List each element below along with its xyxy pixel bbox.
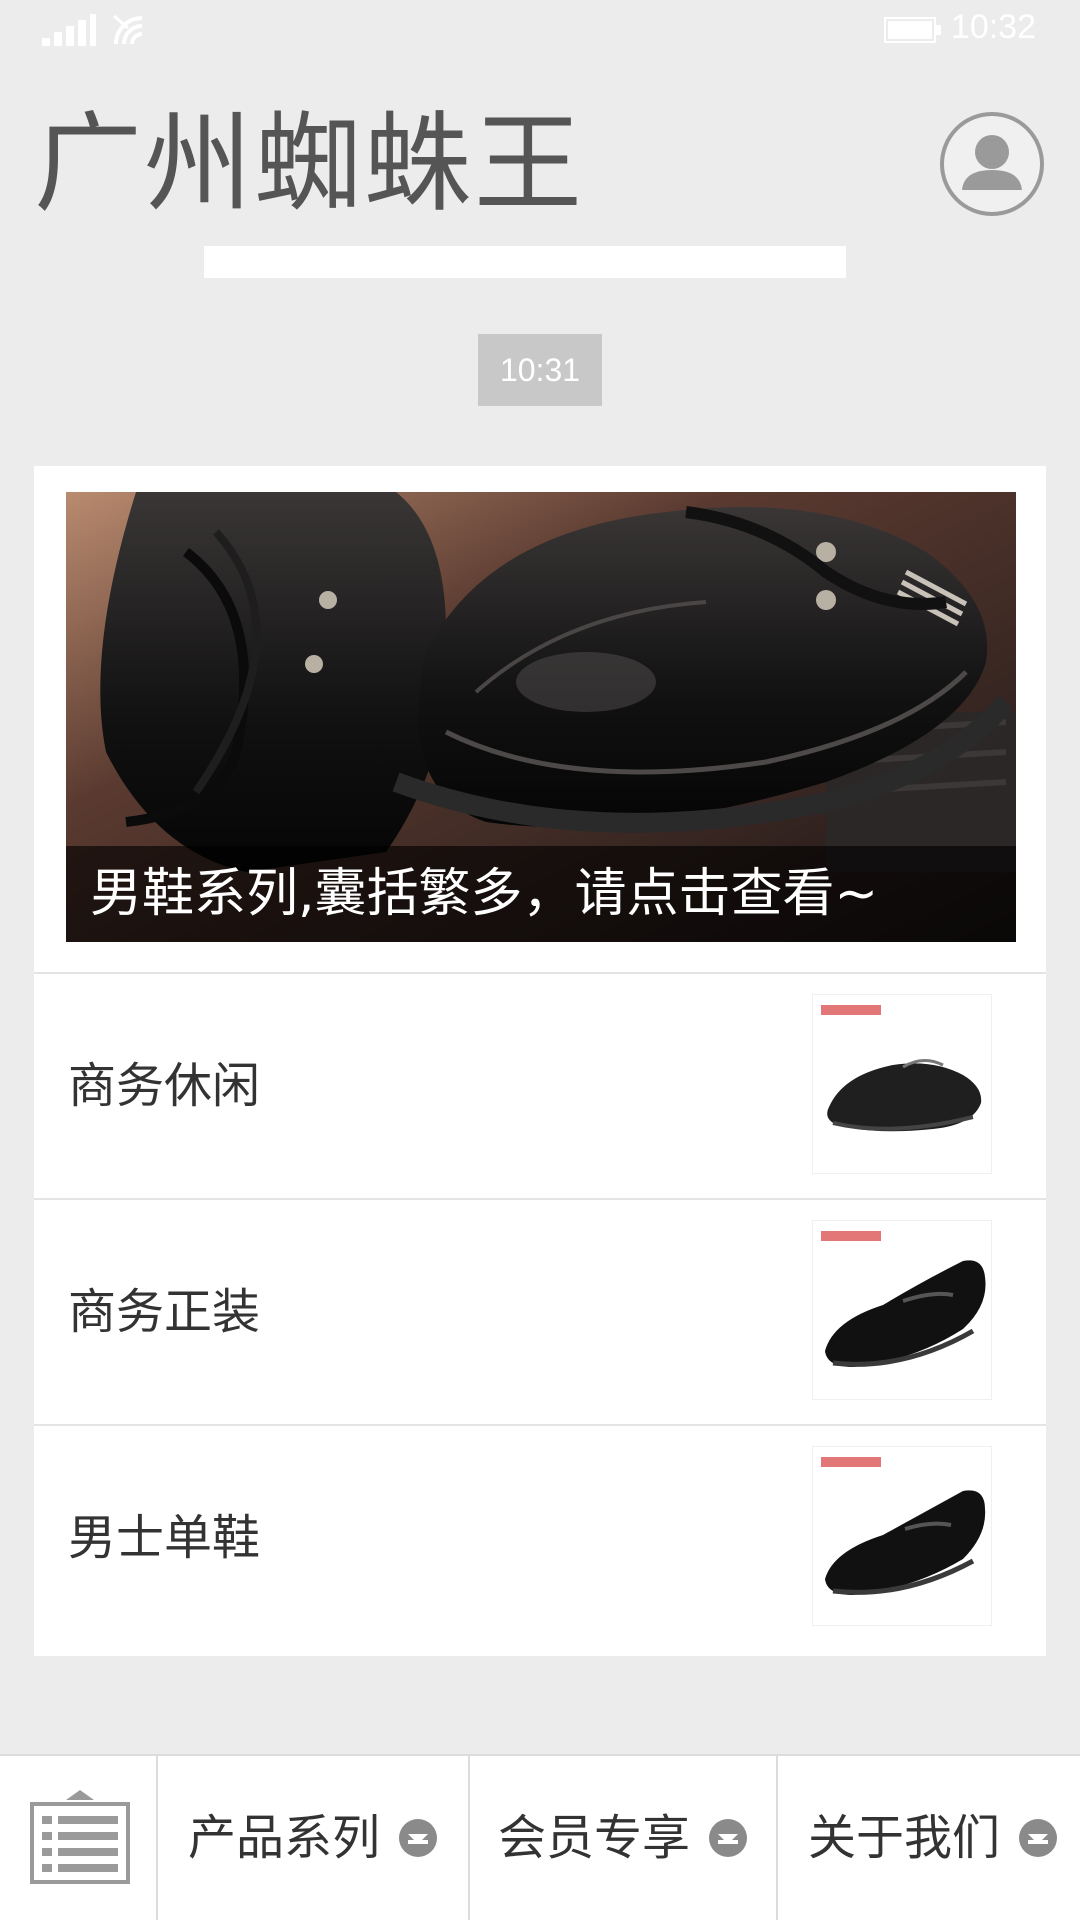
submenu-arrow-icon xyxy=(399,1819,437,1857)
keyboard-toggle-icon xyxy=(30,1790,130,1884)
list-item[interactable]: 男士单鞋 xyxy=(34,1424,1046,1650)
list-item[interactable]: 商务正装 xyxy=(34,1198,1046,1424)
list-item[interactable]: 商务休闲 xyxy=(34,972,1046,1198)
casual-shoe-thumbnail xyxy=(812,994,992,1174)
battery-icon xyxy=(884,16,942,48)
cover-article[interactable]: 男鞋系列,囊括繁多，请点击查看~ xyxy=(66,492,1016,942)
article-card: 男鞋系列,囊括繁多，请点击查看~ 商务休闲 商务正装 男士单鞋 xyxy=(34,466,1046,1656)
formal-shoe-thumbnail xyxy=(812,1220,992,1400)
list-item-label: 商务正装 xyxy=(68,1284,261,1340)
signal-bars-icon xyxy=(40,12,96,50)
list-item-label: 商务休闲 xyxy=(68,1058,261,1114)
wifi-icon xyxy=(110,12,154,52)
list-item-label: 男士单鞋 xyxy=(68,1510,261,1566)
menu-about-us[interactable]: 关于我们 xyxy=(778,1756,1080,1920)
loafer-thumbnail xyxy=(812,1446,992,1626)
menu-label: 关于我们 xyxy=(808,1810,1001,1866)
menu-products[interactable]: 产品系列 xyxy=(158,1756,470,1920)
chat-title: 广州蜘蛛王 xyxy=(34,102,585,227)
cover-caption: 男鞋系列,囊括繁多，请点击查看~ xyxy=(66,846,1016,942)
menu-label: 产品系列 xyxy=(188,1810,381,1866)
bottom-menu-bar: 产品系列 会员专享 关于我们 xyxy=(0,1754,1080,1920)
submenu-arrow-icon xyxy=(709,1819,747,1857)
message-timestamp: 10:31 xyxy=(478,334,602,406)
menu-label: 会员专享 xyxy=(498,1810,691,1866)
title-underbar xyxy=(204,246,846,278)
screen: 10:32 广州蜘蛛王 10:31 男鞋系列,囊括繁多，请点击查看~ 商务休闲 … xyxy=(0,0,1080,1920)
status-bar: 10:32 xyxy=(0,0,1080,60)
status-time: 10:32 xyxy=(950,8,1036,46)
submenu-arrow-icon xyxy=(1019,1819,1057,1857)
keyboard-toggle-button[interactable] xyxy=(0,1756,158,1920)
person-icon xyxy=(962,135,1022,190)
menu-members[interactable]: 会员专享 xyxy=(470,1756,778,1920)
profile-button[interactable] xyxy=(940,112,1044,216)
